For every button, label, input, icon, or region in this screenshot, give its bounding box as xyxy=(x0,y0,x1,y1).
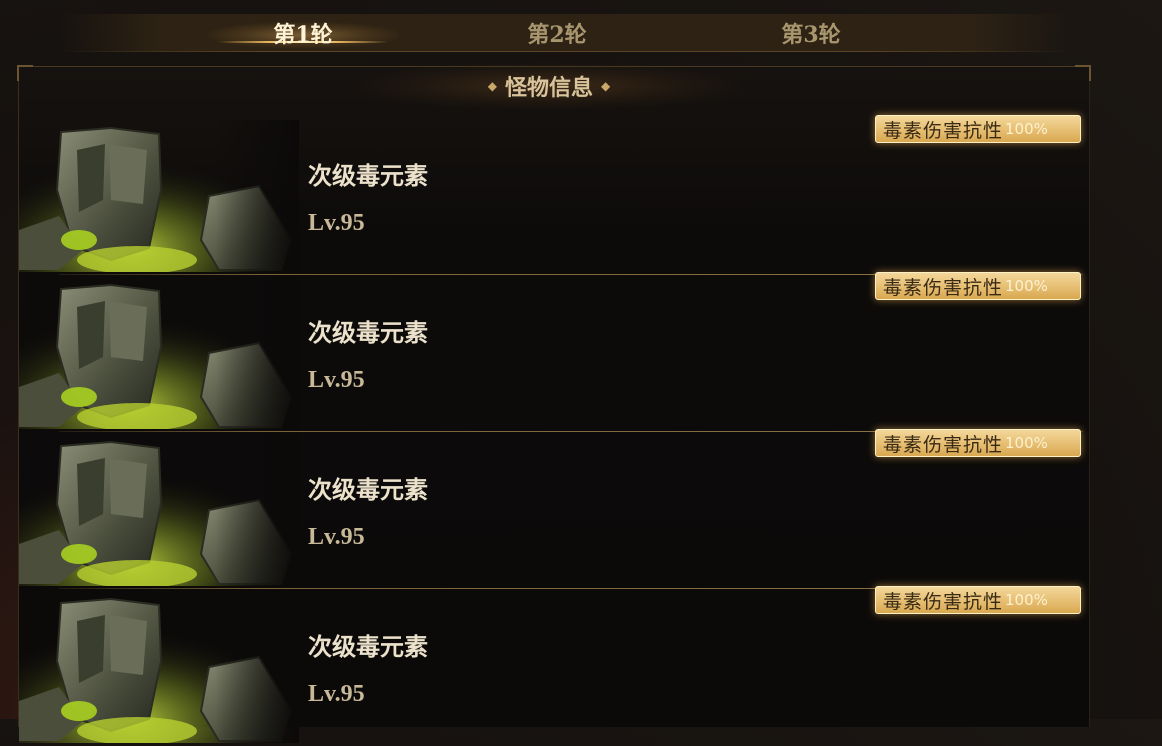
monster-level: Lv.95 xyxy=(308,524,365,550)
monster-info-panel: ◆ 怪物信息 ◆ 次级毒元素 Lv.95 毒素伤害抗性 100% 次级毒元素 L… xyxy=(17,63,1091,743)
resistance-badge: 毒素伤害抗性 100% xyxy=(875,272,1081,300)
poison-elemental-portrait-icon xyxy=(19,277,299,429)
monster-level: Lv.95 xyxy=(308,367,365,393)
resistance-badge: 毒素伤害抗性 100% xyxy=(875,429,1081,457)
corner-ornament xyxy=(17,65,33,81)
panel-title: ◆ 怪物信息 ◆ xyxy=(359,63,739,109)
monster-row[interactable]: 次级毒元素 Lv.95 毒素伤害抗性 100% xyxy=(19,272,1087,432)
resistance-value: 100% xyxy=(1005,591,1048,609)
monster-level: Lv.95 xyxy=(308,210,365,236)
poison-elemental-portrait-icon xyxy=(19,591,299,743)
monster-name: 次级毒元素 xyxy=(308,161,428,190)
tab-round-3[interactable]: 第3轮 xyxy=(706,14,916,52)
tab-round-2[interactable]: 第2轮 xyxy=(452,14,662,52)
resistance-value: 100% xyxy=(1005,120,1048,138)
resistance-badge: 毒素伤害抗性 100% xyxy=(875,115,1081,143)
monster-name: 次级毒元素 xyxy=(308,475,428,504)
diamond-icon: ◆ xyxy=(601,79,611,93)
monster-row[interactable]: 次级毒元素 Lv.95 毒素伤害抗性 100% xyxy=(19,586,1087,746)
monster-level: Lv.95 xyxy=(308,681,365,707)
poison-elemental-portrait-icon xyxy=(19,434,299,586)
corner-ornament xyxy=(1075,65,1091,81)
resistance-value: 100% xyxy=(1005,434,1048,452)
monster-row[interactable]: 次级毒元素 Lv.95 毒素伤害抗性 100% xyxy=(19,115,1087,275)
resistance-label: 毒素伤害抗性 xyxy=(883,433,1004,456)
resistance-label: 毒素伤害抗性 xyxy=(883,590,1004,613)
panel-title-text: 怪物信息 xyxy=(504,75,593,101)
poison-elemental-portrait-icon xyxy=(19,120,299,272)
resistance-badge: 毒素伤害抗性 100% xyxy=(875,586,1081,614)
tab-round-1[interactable]: 第1轮 xyxy=(198,14,408,52)
monster-name: 次级毒元素 xyxy=(308,632,428,661)
monster-row[interactable]: 次级毒元素 Lv.95 毒素伤害抗性 100% xyxy=(19,429,1087,589)
resistance-label: 毒素伤害抗性 xyxy=(883,119,1004,142)
resistance-value: 100% xyxy=(1005,277,1048,295)
monster-name: 次级毒元素 xyxy=(308,318,428,347)
diamond-icon: ◆ xyxy=(487,79,497,93)
round-tab-bar: 第1轮 第2轮 第3轮 xyxy=(60,14,1070,52)
resistance-label: 毒素伤害抗性 xyxy=(883,276,1004,299)
